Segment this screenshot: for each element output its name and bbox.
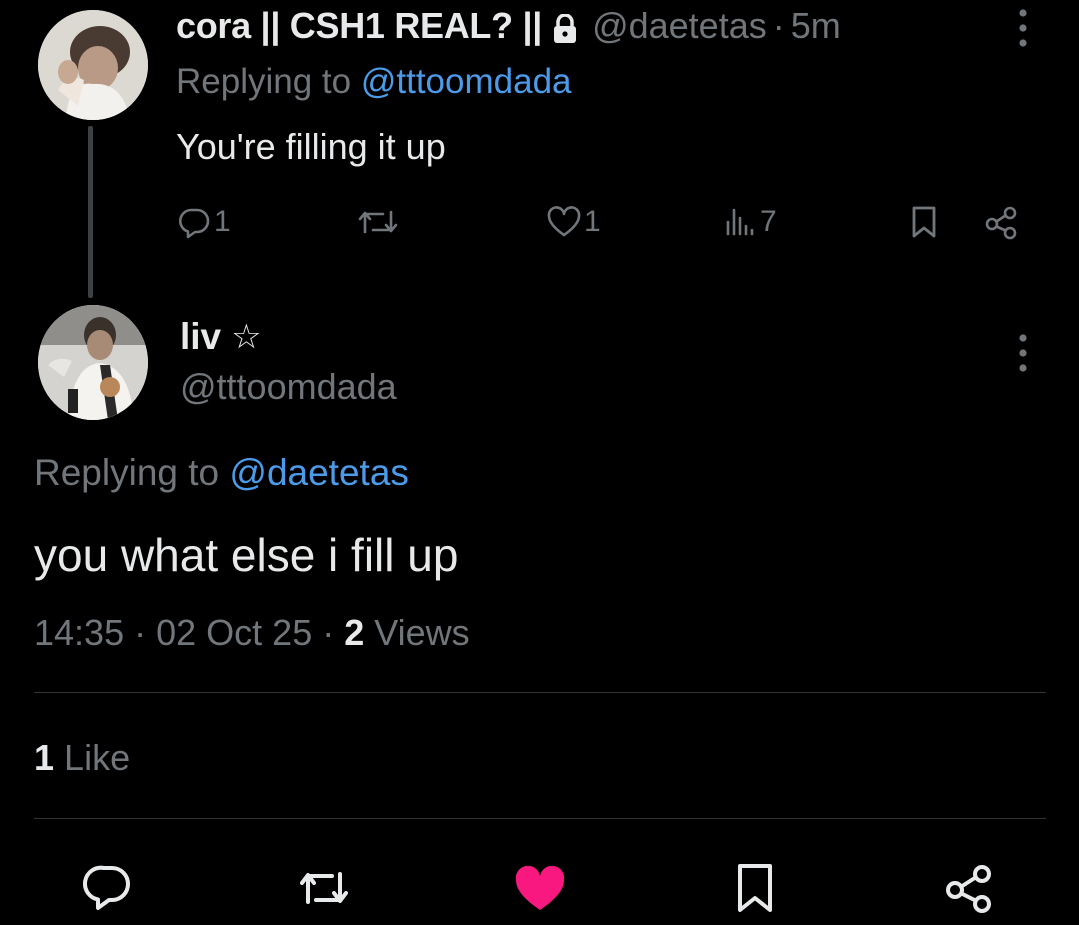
reply-button[interactable] [80,862,136,914]
parent-share-button[interactable] [984,200,1020,244]
replying-to-mention[interactable]: @tttoomdada [361,62,572,101]
bookmark-icon [738,864,772,912]
heart-icon [547,206,581,237]
reply-icon [179,208,210,239]
bookmark-button[interactable] [728,862,784,914]
main-tweet-text: you what else i fill up [34,529,459,581]
replying-to-label: Replying to [176,62,352,101]
parent-bookmark-button[interactable] [906,200,942,244]
retweet-icon [358,210,398,234]
separator-dot: · [772,5,785,46]
parent-timestamp[interactable]: 5m [791,5,841,47]
thread-connector-line [88,126,93,298]
avatar-photo [38,10,148,120]
main-handle[interactable]: @tttoomdada [180,366,397,408]
separator-dot: · [322,612,335,653]
avatar-photo [38,305,148,420]
likes-label: Like [64,737,131,778]
tweet-date[interactable]: 02 Oct 25 [156,612,312,653]
more-options-icon[interactable] [1018,8,1028,48]
parent-like-count: 1 [584,205,601,238]
replying-to-mention[interactable]: @daetetas [229,452,409,493]
retweet-button[interactable] [296,862,352,914]
more-options-icon[interactable] [1018,333,1028,373]
bookmark-icon [912,206,936,238]
replying-to-label: Replying to [34,452,220,493]
parent-reply-button[interactable]: 1 [176,200,231,244]
tweet-time[interactable]: 14:35 [34,612,124,653]
tweet-thread-view: cora || CSH1 REAL? || @daetetas · 5m Rep… [0,0,1079,925]
parent-like-button[interactable]: 1 [546,200,601,244]
like-button-active[interactable] [512,862,568,914]
main-display-name: liv [180,316,222,357]
divider [34,818,1046,819]
tweet-metadata: 14:35 · 02 Oct 25 · 2 Views [34,612,470,654]
divider [34,692,1046,693]
name-star-symbol: ☆ [231,317,262,357]
main-tweet-author[interactable]: liv ☆ [180,316,262,358]
parent-tweet-text: You're filling it up [176,126,446,167]
main-replying-to: Replying to @daetetas [34,452,409,494]
heart-filled-icon [515,865,565,910]
separator-dot: · [134,612,147,653]
views-label: Views [374,612,470,653]
parent-reply-count: 1 [214,205,231,238]
views-count: 2 [344,612,365,653]
parent-tweet-header: cora || CSH1 REAL? || @daetetas · 5m [176,2,841,50]
avatar-cora[interactable] [38,10,148,120]
lock-icon [552,11,578,43]
share-button[interactable] [942,862,998,914]
parent-retweet-button[interactable] [356,200,402,244]
likes-count: 1 [34,737,55,778]
parent-display-name[interactable]: cora || CSH1 REAL? || [176,5,542,47]
parent-views-button[interactable]: 7 [722,200,777,244]
parent-views-count: 7 [760,205,777,238]
share-icon [946,865,991,913]
likes-summary[interactable]: 1 Like [34,737,130,779]
retweet-icon [300,872,348,904]
parent-replying-to: Replying to @tttoomdada [176,62,572,102]
parent-handle[interactable]: @daetetas [592,5,767,47]
share-icon [985,206,1017,240]
reply-icon [82,865,130,910]
views-chart-icon [726,208,754,236]
avatar-liv[interactable] [38,305,148,420]
